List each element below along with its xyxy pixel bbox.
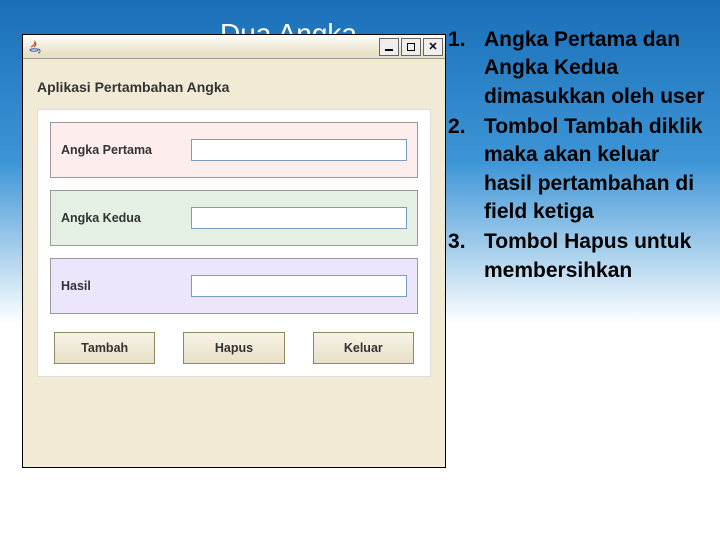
input-second-number[interactable]: [191, 207, 407, 229]
field-row-result: Hasil: [50, 258, 418, 314]
input-first-number[interactable]: [191, 139, 407, 161]
add-button[interactable]: Tambah: [54, 332, 155, 364]
clear-button[interactable]: Hapus: [183, 332, 284, 364]
label-first-number: Angka Pertama: [61, 143, 179, 157]
titlebar: ✕: [23, 35, 445, 59]
form-panel: Angka Pertama Angka Kedua Hasil Tambah H…: [37, 109, 431, 377]
maximize-button[interactable]: [401, 38, 421, 56]
label-result: Hasil: [61, 279, 179, 293]
java-icon: [27, 39, 43, 55]
instruction-2: Tombol Tambah diklik maka akan keluar ha…: [448, 113, 710, 226]
button-row: Tambah Hapus Keluar: [50, 332, 418, 364]
app-window: ✕ Aplikasi Pertambahan Angka Angka Perta…: [22, 34, 446, 468]
instruction-1: Angka Pertama dan Angka Kedua dimasukkan…: [448, 26, 710, 111]
input-result[interactable]: [191, 275, 407, 297]
app-title: Aplikasi Pertambahan Angka: [37, 79, 431, 95]
instructions-list: Angka Pertama dan Angka Kedua dimasukkan…: [448, 26, 710, 287]
label-second-number: Angka Kedua: [61, 211, 179, 225]
close-button[interactable]: ✕: [423, 38, 443, 56]
minimize-button[interactable]: [379, 38, 399, 56]
instruction-3: Tombol Hapus untuk membersihkan: [448, 228, 710, 285]
field-row-second: Angka Kedua: [50, 190, 418, 246]
exit-button[interactable]: Keluar: [313, 332, 414, 364]
field-row-first: Angka Pertama: [50, 122, 418, 178]
client-area: Aplikasi Pertambahan Angka Angka Pertama…: [23, 59, 445, 467]
